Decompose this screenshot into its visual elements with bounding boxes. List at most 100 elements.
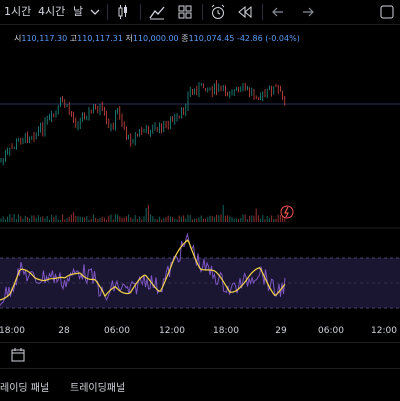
volume-bar	[15, 219, 17, 222]
volume-bar	[275, 218, 277, 222]
volume-bar	[77, 216, 79, 222]
volume-bar	[40, 217, 42, 222]
volume-group	[0, 204, 286, 222]
volume-bar	[128, 214, 130, 222]
volume-bar	[235, 218, 237, 222]
volume-bar	[18, 214, 20, 222]
time-label: 06:00	[104, 326, 130, 336]
volume-bar	[59, 219, 61, 222]
volume-bar	[273, 218, 275, 222]
volume-bar	[0, 218, 2, 222]
volume-bar	[143, 216, 145, 222]
volume-bar	[218, 215, 220, 222]
volume-bar	[202, 218, 204, 222]
volume-bar	[117, 214, 119, 222]
volume-bar	[81, 216, 83, 222]
volume-bar	[2, 216, 4, 222]
volume-bar	[136, 219, 138, 222]
volume-bar	[57, 219, 59, 222]
volume-bar	[156, 219, 158, 222]
bottom-tabs: 레이딩 패널 트레이딩패널	[0, 368, 400, 401]
price-chart[interactable]	[0, 0, 400, 326]
time-axis: 18:00 28 06:00 12:00 18:00 29 06:00 12:0…	[0, 326, 400, 340]
volume-bar	[251, 215, 253, 222]
volume-bar	[79, 216, 81, 222]
candles-group	[0, 80, 286, 166]
volume-bar	[244, 214, 246, 222]
volume-bar	[209, 215, 211, 222]
volume-bar	[257, 215, 259, 222]
volume-bar	[106, 219, 108, 222]
volume-bar	[9, 214, 11, 222]
volume-bar	[108, 215, 110, 222]
volume-bar	[189, 215, 191, 222]
volume-bar	[176, 219, 178, 222]
volume-bar	[132, 218, 134, 222]
volume-bar	[62, 214, 64, 222]
volume-bar	[84, 217, 86, 222]
volume-bar	[161, 219, 163, 222]
volume-bar	[92, 214, 94, 222]
volume-bar	[196, 218, 198, 222]
time-label: 18:00	[0, 326, 25, 336]
volume-bar	[125, 216, 127, 222]
volume-bar	[264, 219, 266, 222]
volume-bar	[147, 204, 149, 222]
volume-bar	[279, 215, 281, 222]
volume-bar	[112, 219, 114, 222]
volume-bar	[178, 215, 180, 222]
volume-bar	[130, 217, 132, 222]
calendar-icon[interactable]	[10, 347, 26, 363]
volume-bar	[169, 216, 171, 222]
volume-bar	[103, 217, 105, 222]
volume-bar	[165, 217, 167, 222]
time-label: 28	[58, 326, 70, 336]
volume-bar	[242, 214, 244, 222]
volume-bar	[53, 217, 55, 222]
volume-bar	[167, 215, 169, 222]
volume-bar	[231, 217, 233, 222]
volume-bar	[180, 216, 182, 222]
volume-bar	[198, 217, 200, 222]
volume-bar	[68, 216, 70, 222]
volume-bar	[33, 215, 35, 222]
volume-bar	[4, 219, 6, 222]
volume-bar	[20, 216, 22, 222]
volume-bar	[266, 215, 268, 222]
volume-bar	[255, 208, 257, 222]
volume-bar	[97, 219, 99, 222]
volume-bar	[141, 219, 143, 222]
volume-bar	[64, 219, 66, 222]
volume-bar	[139, 216, 141, 222]
volume-bar	[191, 219, 193, 222]
volume-bar	[260, 218, 262, 222]
volume-bar	[51, 214, 53, 222]
tab-trading-panel-2[interactable]: 트레이딩패널	[70, 379, 125, 394]
time-label: 29	[275, 326, 287, 336]
volume-bar	[110, 214, 112, 222]
volume-bar	[119, 216, 121, 222]
volume-bar	[187, 214, 189, 222]
volume-bar	[24, 215, 26, 222]
volume-bar	[233, 218, 235, 222]
volume-bar	[150, 214, 152, 222]
volume-bar	[48, 219, 50, 222]
volume-bar	[37, 215, 39, 222]
volume-bar	[238, 218, 240, 222]
volume-bar	[224, 215, 226, 222]
volume-bar	[11, 217, 13, 222]
volume-bar	[55, 215, 57, 222]
volume-bar	[99, 218, 101, 222]
bottom-toolbar	[0, 342, 400, 367]
volume-bar	[86, 215, 88, 222]
volume-bar	[213, 216, 215, 222]
volume-bar	[29, 218, 31, 222]
tab-trading-panel[interactable]: 레이딩 패널	[0, 379, 49, 394]
volume-bar	[44, 218, 46, 222]
lightning-icon[interactable]	[280, 205, 294, 219]
time-label: 06:00	[318, 326, 344, 336]
volume-bar	[158, 216, 160, 222]
volume-bar	[216, 214, 218, 222]
volume-bar	[194, 218, 196, 222]
volume-bar	[277, 214, 279, 222]
